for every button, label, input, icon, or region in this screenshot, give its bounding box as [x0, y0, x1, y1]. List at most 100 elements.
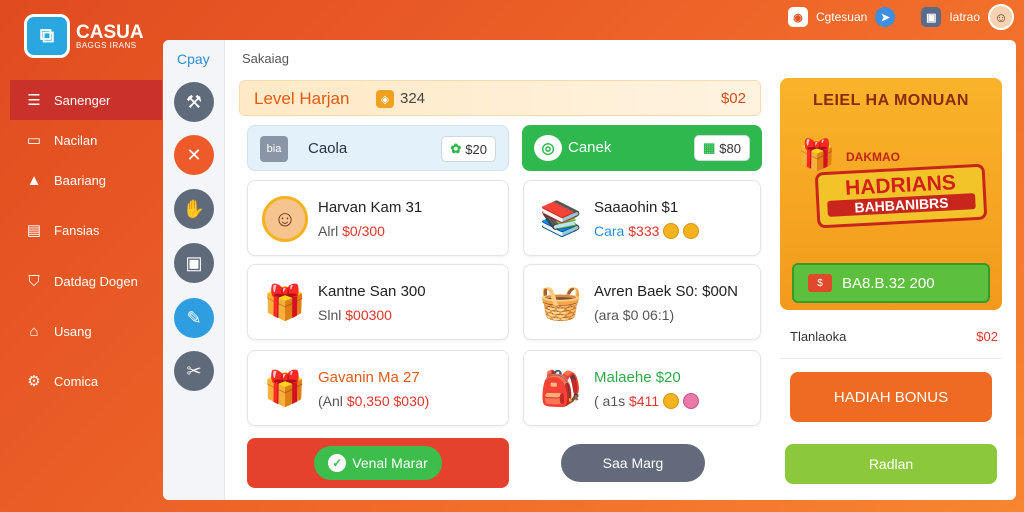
sidebar-item-datdag-dogen[interactable]: ⛉ Datdag Dogen — [10, 261, 162, 301]
right-column-header[interactable]: ◎ Canek ▦ $80 — [522, 125, 762, 171]
promo-title: LEIEL HA MONUAN — [813, 92, 969, 109]
promo-card[interactable]: LEIEL HA MONUAN 🎁 DAKMAO HADRIANS BAHBAN… — [780, 78, 1002, 310]
notification-icon[interactable]: ◉ — [787, 7, 808, 27]
sidebar-item-label: Sanenger — [54, 92, 111, 108]
chart-box-icon[interactable]: ▣ — [174, 243, 214, 283]
promo-amount[interactable]: $ BA8.B.32 200 — [792, 263, 990, 303]
left-action-bar[interactable]: ✓ Venal Marar — [247, 438, 509, 488]
treasure-basket-icon: 🧺 — [539, 284, 583, 322]
main-panel: Cpay ⚒ ✕ ✋ ▣ ✎ ✂ Sakaiag Level Harjan ◈ … — [163, 40, 1016, 500]
sidebar-item-baariang[interactable]: ▲ Baariang — [10, 160, 162, 200]
item-sub: Alrl $0/300 — [318, 223, 385, 239]
coin-icon — [683, 223, 700, 239]
item-name: Gavanin Ma 27 — [318, 369, 420, 386]
sidebar: ⧉ CASUA BAGGS IRANS ☰ Sanenger ▭ Nacilan… — [0, 0, 162, 512]
sidebar-item-label: Comica — [54, 373, 99, 389]
sidebar-item-label: Nacilan — [54, 132, 98, 148]
character-avatar-icon: ☺ — [262, 196, 308, 242]
list-item[interactable]: 🎁 Kantne San 300 Slnl $00300 — [247, 264, 509, 340]
promo-line-label: Tlanlaoka — [790, 329, 847, 344]
logo-title: CASUA — [76, 21, 144, 43]
home-icon: ⌂ — [29, 322, 39, 340]
sidebar-item-usang[interactable]: ⌂ Usang — [10, 311, 162, 351]
logo-icon: ⧉ — [24, 14, 70, 58]
secondary-button[interactable]: Saa Marg — [561, 444, 705, 482]
item-sub: (Anl $0,350 $030) — [318, 393, 430, 409]
coin-icon — [663, 223, 680, 239]
cash-icon: ▦ — [703, 140, 716, 155]
right-column-label: Canek — [568, 139, 612, 156]
gift-box-icon: 🎁 — [798, 139, 836, 172]
list-item[interactable]: 🧺 Avren Baek S0: $00N (ara $0 06:1) — [523, 264, 761, 340]
item-sub: Cara $333 — [594, 223, 700, 239]
list-item[interactable]: 📚 Saaaohin $1 Cara $333 — [523, 180, 761, 256]
gift-box-icon: 🎁 — [263, 370, 307, 408]
profile-card-icon[interactable]: ▣ — [921, 7, 942, 27]
list-item[interactable]: 🎒 Malaehe $20 ( a1s $411 — [523, 350, 761, 426]
bonus-button[interactable]: HADIAH BONUS — [790, 372, 992, 422]
gear-icon: ⚙ — [27, 373, 41, 390]
topbar-item-1[interactable]: Cgtesuan — [816, 10, 867, 24]
promo-banner: HADRIANS BAHBANIBRS — [814, 163, 988, 229]
card-icon: bia — [260, 136, 288, 162]
candy-icon — [682, 393, 699, 409]
avatar[interactable]: ☺ — [988, 4, 1014, 30]
page-title: Sakaiag — [242, 51, 289, 66]
green-action-button[interactable]: Radlan — [785, 444, 997, 484]
logo-subtitle: BAGGS IRANS — [76, 40, 137, 50]
item-sub: (ara $0 06:1) — [594, 307, 675, 323]
topbar-item-2[interactable]: Iatrao — [949, 10, 980, 24]
window-icon: ▭ — [26, 132, 42, 149]
level-bar: Level Harjan ◈ 324 $02 — [239, 80, 761, 116]
sidebar-item-nacilan[interactable]: ▭ Nacilan — [10, 120, 162, 160]
left-column-label: Caola — [308, 140, 348, 157]
top-bar: ◉ Cgtesuan ➤ ▣ Iatrao ☺ — [787, 4, 1014, 30]
list-icon: ☰ — [27, 92, 41, 109]
target-icon: ◎ — [534, 135, 562, 161]
left-column-header[interactable]: bia Caola ✿ $20 — [247, 125, 509, 171]
sidebar-item-label: Datdag Dogen — [54, 273, 138, 289]
promo-art: 🎁 DAKMAO HADRIANS BAHBANIBRS — [794, 134, 990, 274]
sidebar-item-fansias[interactable]: ▤ Fansias — [10, 210, 162, 250]
document-icon: ▤ — [26, 222, 42, 239]
wrench-icon[interactable]: ⚒ — [174, 82, 214, 122]
left-column-price: ✿ $20 — [441, 136, 496, 162]
icon-rail: Cpay ⚒ ✕ ✋ ▣ ✎ ✂ — [163, 40, 225, 500]
promo-summary: Tlanlaoka $02 — [790, 329, 998, 344]
check-icon: ✓ — [328, 454, 347, 472]
shield-icon: ⛉ — [28, 272, 40, 290]
list-item[interactable]: ☺ Harvan Kam 31 Alrl $0/300 — [247, 180, 509, 256]
item-name: Harvan Kam 31 — [318, 199, 423, 216]
sidebar-item-sanenger[interactable]: ☰ Sanenger — [10, 80, 162, 120]
item-name: Saaaohin $1 — [594, 199, 679, 216]
sidebar-item-comica[interactable]: ⚙ Comica — [10, 361, 162, 401]
sidebar-item-label: Fansias — [54, 222, 100, 238]
item-sub: Slnl $00300 — [318, 307, 392, 323]
level-value: 324 — [400, 90, 426, 107]
rail-title: Cpay — [177, 51, 210, 67]
feather-icon[interactable]: ✎ — [174, 298, 214, 338]
treasure-stack-icon: 📚 — [539, 200, 583, 238]
promo-line-value: $02 — [976, 329, 998, 344]
right-column-price: ▦ $80 — [694, 135, 750, 161]
divider — [780, 358, 1002, 359]
gem-icon: ✿ — [450, 141, 462, 156]
sidebar-item-label: Usang — [54, 323, 92, 339]
list-item[interactable]: 🎁 Gavanin Ma 27 (Anl $0,350 $030) — [247, 350, 509, 426]
sidebar-item-label: Baariang — [54, 172, 107, 188]
item-sub: ( a1s $411 — [594, 393, 699, 409]
app-logo[interactable]: ⧉ CASUA BAGGS IRANS — [24, 14, 144, 58]
cash-icon: $ — [808, 274, 832, 292]
hand-icon[interactable]: ✋ — [174, 189, 214, 229]
coin-icon: ◈ — [376, 90, 394, 108]
item-name: Avren Baek S0: $00N — [594, 283, 738, 300]
cross-tools-icon[interactable]: ✕ — [174, 135, 214, 175]
treasure-box-icon: 🎒 — [539, 370, 583, 408]
level-title: Level Harjan — [254, 89, 350, 108]
confirm-button[interactable]: ✓ Venal Marar — [314, 446, 442, 480]
send-icon[interactable]: ➤ — [875, 7, 896, 27]
coin-icon — [663, 393, 680, 409]
promo-small-text: DAKMAO — [846, 150, 900, 164]
tools-icon[interactable]: ✂ — [174, 351, 214, 391]
item-name: Kantne San 300 — [318, 283, 426, 300]
